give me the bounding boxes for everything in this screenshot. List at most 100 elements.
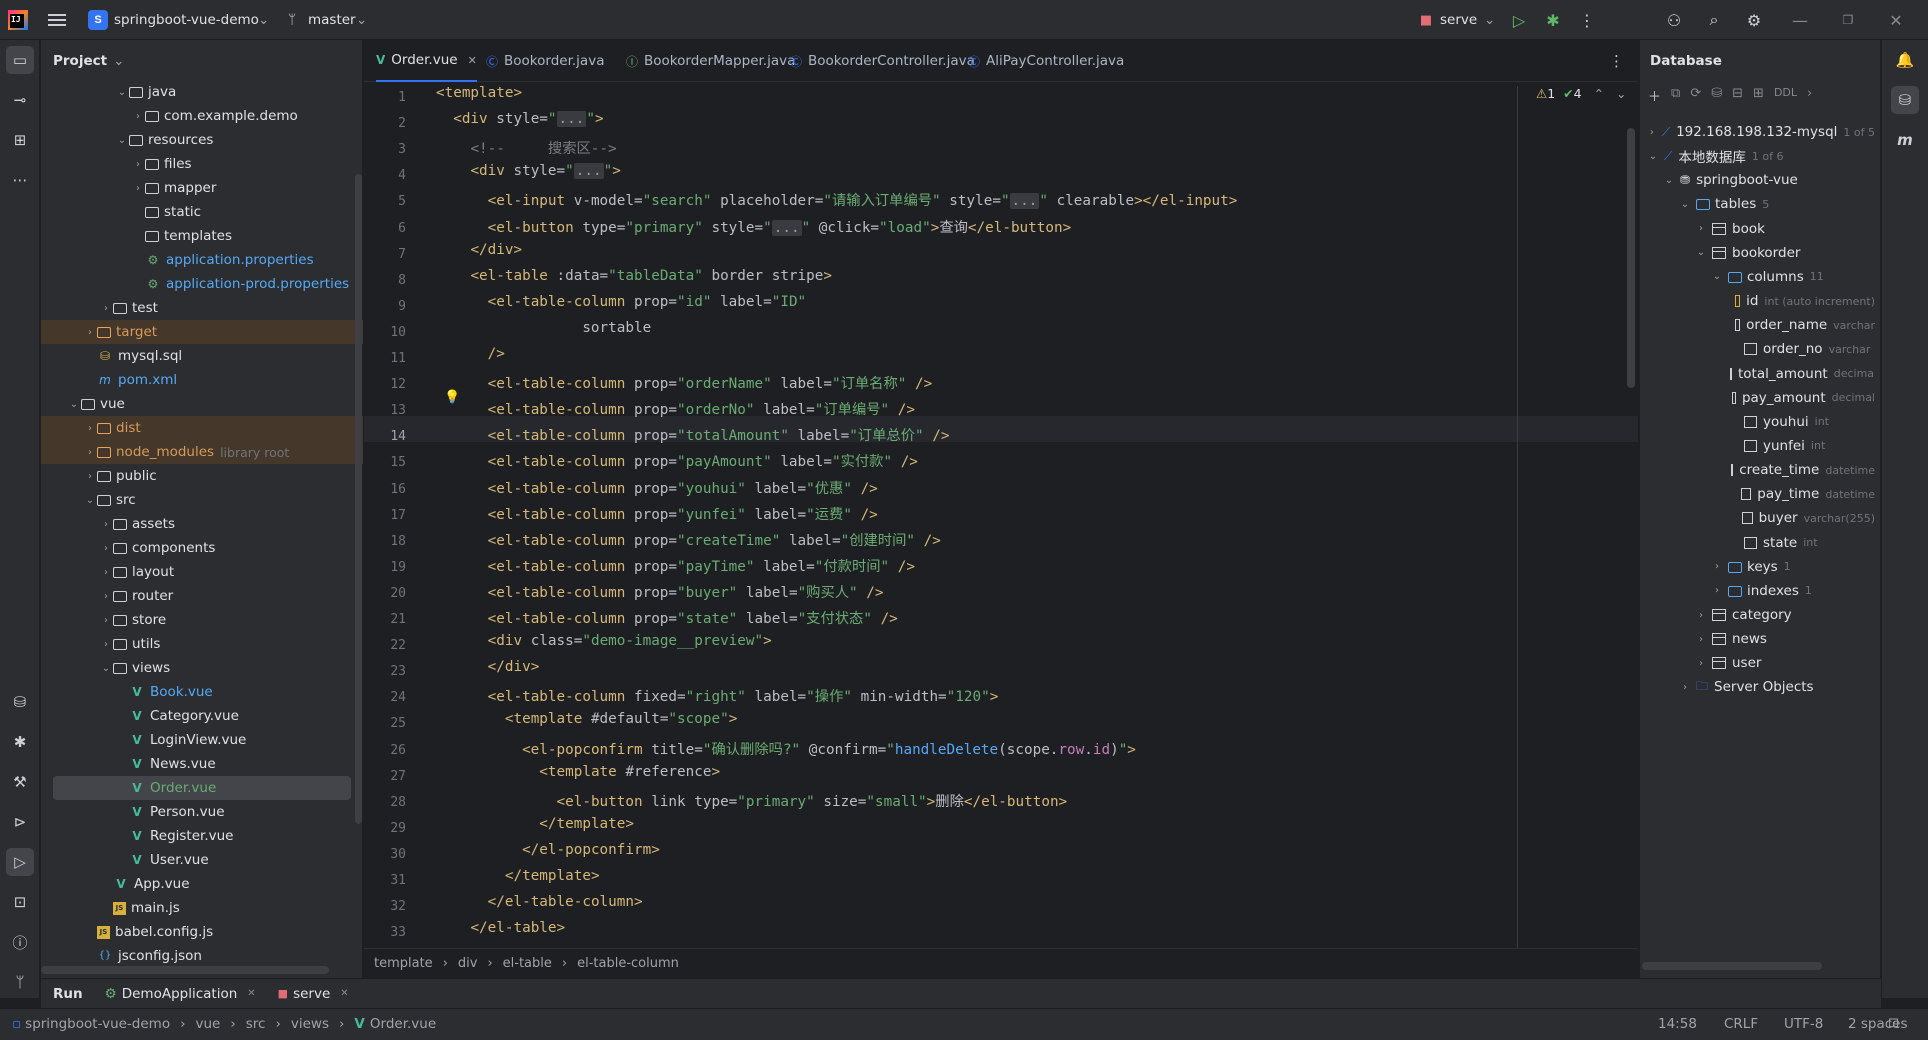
project-dropdown-chevron-icon[interactable]: ⌄ (258, 12, 269, 28)
db-tree-item[interactable]: pay_time datetime (1726, 482, 1875, 506)
chevron-right-icon[interactable]: › (99, 615, 113, 626)
db-tree-item[interactable]: yunfei int (1726, 434, 1875, 458)
bottom-tab-serve[interactable]: ■ serve ✕ (278, 986, 349, 1002)
chevron-down-icon[interactable]: ⌄ (115, 87, 129, 98)
tree-item[interactable]: ⛁ mysql.sql (41, 344, 363, 368)
refresh-icon[interactable]: ⟳ (1690, 86, 1701, 105)
chevron-down-icon[interactable]: ⌄ (1710, 271, 1724, 282)
tree-item[interactable]: JS main.js (41, 896, 363, 920)
chevron-right-icon[interactable]: › (1678, 682, 1692, 693)
notifications-bell-icon[interactable]: 🔔 (1891, 46, 1919, 74)
services-tool-icon[interactable]: ⊳ (6, 808, 34, 836)
tree-item[interactable]: › utils (41, 632, 363, 656)
data-source-properties-icon[interactable]: ⛁ (1711, 86, 1722, 105)
tree-item[interactable]: V App.vue (41, 872, 363, 896)
chevron-down-icon[interactable]: ⌄ (1678, 199, 1692, 210)
tab-bookorder-java[interactable]: Ⓒ Bookorder.java (486, 40, 604, 82)
tree-item[interactable]: JS babel.config.js (41, 920, 363, 944)
copy-icon[interactable]: ⧉ (1671, 86, 1680, 105)
tab-actions-icon[interactable]: ⋮ (1609, 52, 1624, 70)
tree-item[interactable]: › dist (41, 416, 363, 440)
prev-highlight-icon[interactable]: ⌃ (1594, 86, 1604, 101)
chevron-right-icon[interactable]: › (99, 639, 113, 650)
tree-item[interactable]: › router (41, 584, 363, 608)
maximize-icon[interactable]: ❐ (1838, 10, 1858, 30)
file-encoding[interactable]: UTF-8 (1784, 1016, 1823, 1032)
db-tree-item[interactable]: ⌄ ⛃ springboot-vue (1662, 168, 1875, 192)
database-tool-icon-right[interactable]: ⛁ (1891, 86, 1919, 114)
intellij-logo-icon[interactable]: IJ (8, 10, 28, 30)
tab-close-icon[interactable]: ✕ (340, 988, 348, 999)
db-tree-item[interactable]: › book (1694, 217, 1875, 241)
database-hscrollbar[interactable] (1642, 962, 1822, 970)
stop-icon[interactable]: ⊟ (1732, 86, 1743, 105)
tree-item[interactable]: V Register.vue (41, 824, 363, 848)
chevron-right-icon[interactable]: › (1710, 585, 1724, 596)
database-tool-icon[interactable]: ⛁ (6, 688, 34, 716)
db-tree-item[interactable]: ⌄ bookorder (1694, 241, 1875, 265)
build-hammer-icon[interactable]: ⚒ (6, 768, 34, 796)
chevron-right-icon[interactable]: › (83, 447, 97, 458)
problems-tool-icon[interactable]: ⓘ (6, 928, 34, 956)
tab-bookordermapper-java[interactable]: Ⓘ BookorderMapper.java (626, 40, 795, 82)
editor-scrollbar[interactable] (1627, 128, 1635, 388)
chevron-down-icon[interactable]: ⌄ (99, 663, 113, 674)
search-icon[interactable]: ⌕ (1704, 10, 1724, 30)
db-tree-item[interactable]: ⌄ ⟋ 本地数据库 1 of 6 (1646, 144, 1875, 168)
tree-item[interactable]: › store (41, 608, 363, 632)
minimize-icon[interactable]: — (1790, 10, 1810, 30)
project-badge[interactable]: S (88, 10, 108, 30)
chevron-right-icon[interactable]: › (83, 423, 97, 434)
chevron-right-icon[interactable]: › (1694, 634, 1708, 645)
db-tree-item[interactable]: pay_amount decimal (1726, 386, 1875, 410)
db-tree-item[interactable]: order_no varchar (1726, 337, 1875, 361)
status-path-item[interactable]: views (291, 1016, 329, 1032)
db-tree-item[interactable]: youhui int (1726, 410, 1875, 434)
tree-item[interactable]: V Category.vue (41, 704, 363, 728)
caret-position[interactable]: 14:58 (1658, 1016, 1697, 1032)
tab-close-icon[interactable]: ✕ (247, 988, 255, 999)
db-tree-item[interactable]: create_time datetime (1726, 458, 1875, 482)
tree-item[interactable]: › test (41, 296, 363, 320)
breadcrumb-item[interactable]: div (458, 956, 478, 971)
code-token[interactable]: ... (573, 163, 604, 180)
tree-item[interactable]: › public (41, 464, 363, 488)
tree-item[interactable]: templates (41, 224, 363, 248)
tree-item[interactable]: ⌄ vue (41, 392, 363, 416)
tab-bookordercontroller-java[interactable]: Ⓒ BookorderController.java (790, 40, 975, 82)
navigate-forward-icon[interactable]: › (1807, 86, 1812, 105)
tab-close-icon[interactable]: ✕ (468, 54, 477, 67)
chevron-right-icon[interactable]: › (99, 519, 113, 530)
tree-item[interactable]: V News.vue (41, 752, 363, 776)
db-tree-item[interactable]: › 🗀 Server Objects (1678, 675, 1875, 699)
chevron-down-icon[interactable]: ⌄ (67, 399, 81, 410)
chevron-down-icon[interactable]: ⌄ (1694, 247, 1708, 258)
breadcrumb-item[interactable]: el-table-column (577, 956, 679, 971)
add-icon[interactable]: ＋ (1648, 86, 1661, 105)
next-highlight-icon[interactable]: ⌄ (1616, 86, 1626, 101)
branch-name[interactable]: master (308, 12, 356, 28)
chevron-down-icon[interactable]: ⌄ (83, 495, 97, 506)
chevron-right-icon[interactable]: › (83, 471, 97, 482)
tree-item[interactable]: V LoginView.vue (41, 728, 363, 752)
run-icon[interactable]: ▷ (1509, 10, 1529, 30)
tree-item[interactable]: › mapper (41, 176, 363, 200)
run-config-chevron-icon[interactable]: ⌄ (1484, 12, 1495, 28)
maven-icon[interactable]: m (1891, 126, 1919, 154)
more-actions-icon[interactable]: ⋮ (1577, 10, 1597, 30)
chevron-right-icon[interactable]: › (99, 543, 113, 554)
table-view-icon[interactable]: ⊞ (1753, 86, 1764, 105)
db-tree-item[interactable]: total_amount decimal (1726, 362, 1875, 386)
project-tool-folder-icon[interactable]: ▭ (6, 46, 34, 74)
close-icon[interactable]: ✕ (1886, 10, 1906, 30)
run-tool-icon[interactable]: ▷ (6, 848, 34, 876)
code-token[interactable]: ... (771, 219, 802, 236)
chevron-right-icon[interactable]: › (99, 303, 113, 314)
run-config-name[interactable]: serve (1440, 12, 1477, 28)
debug-icon[interactable]: ✱ (1543, 10, 1563, 30)
status-path-item[interactable]: vue (196, 1016, 221, 1032)
tree-item[interactable]: V User.vue (41, 848, 363, 872)
chevron-right-icon[interactable]: › (131, 183, 145, 194)
db-tree-item[interactable]: order_name varchar (1726, 313, 1875, 337)
tree-item[interactable]: ⚙ application.properties (41, 248, 363, 272)
